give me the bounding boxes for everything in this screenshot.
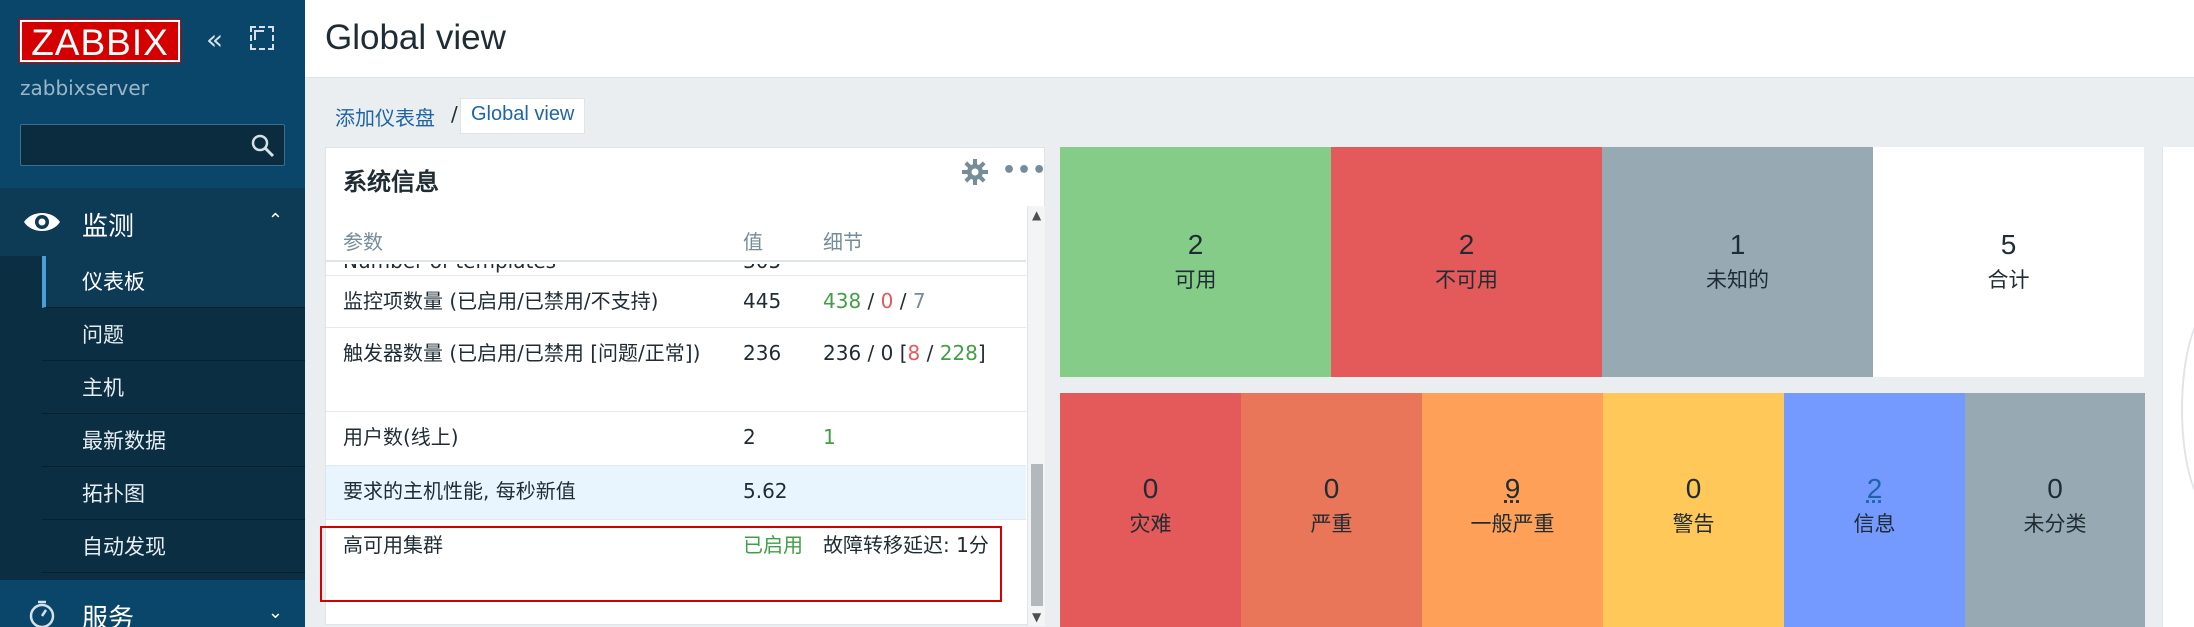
- availability-total[interactable]: 5 合计: [1873, 147, 2144, 377]
- column-header-details: 细节: [823, 230, 863, 254]
- row-param: 要求的主机性能, 每秒新值: [343, 479, 576, 503]
- availability-count: 2: [1187, 229, 1204, 260]
- severity-label: 信息: [1853, 512, 1896, 536]
- more-options-icon[interactable]: •••: [1002, 158, 1047, 183]
- breadcrumb-current[interactable]: Global view: [460, 98, 586, 134]
- row-value: 236: [743, 341, 782, 365]
- kiosk-mode-icon[interactable]: [250, 26, 274, 50]
- severity-count: 0: [1685, 473, 1702, 504]
- availability-label: 可用: [1174, 268, 1217, 292]
- row-value: 5.62: [743, 479, 788, 503]
- stopwatch-icon: [29, 600, 55, 627]
- sidebar-search: [20, 124, 285, 166]
- items-disabled: 0: [880, 289, 894, 313]
- severity-average[interactable]: 9 一般严重: [1422, 393, 1603, 627]
- row-param: Number of templates: [343, 264, 703, 276]
- host-availability-widget: 2 可用 2 不可用 1 未知的 5 合计: [1060, 147, 2145, 377]
- row-param: 用户数(线上): [343, 425, 459, 449]
- row-details: 236 / 0 [8 / 228]: [823, 341, 986, 365]
- menu-services[interactable]: 服务 ⌄: [0, 580, 305, 627]
- severity-label: 严重: [1310, 512, 1353, 536]
- sidebar-item-discovery[interactable]: 自动发现: [42, 521, 305, 573]
- availability-label: 合计: [1987, 268, 2030, 292]
- sidebar-item-hosts[interactable]: 主机: [42, 362, 305, 414]
- chevron-down-icon: ⌄: [267, 602, 283, 623]
- availability-available[interactable]: 2 可用: [1060, 147, 1331, 377]
- menu-monitoring[interactable]: 监测 ⌃: [0, 188, 305, 256]
- table-row: 触发器数量 (已启用/已禁用 [问题/正常]) 236 236 / 0 [8 /…: [326, 328, 1026, 412]
- table-row: 用户数(线上) 2 1: [326, 412, 1026, 466]
- menu-monitoring-label: 监测: [82, 212, 135, 242]
- availability-label: 不可用: [1435, 268, 1498, 292]
- page-header: Global view: [305, 0, 2194, 78]
- triggers-disabled: 0: [880, 341, 894, 365]
- server-name: zabbixserver: [20, 76, 149, 100]
- monitoring-submenu: 仪表板 问题 主机 最新数据 拓扑图 自动发现: [0, 256, 305, 580]
- severity-count-link[interactable]: 9: [1422, 473, 1603, 505]
- triggers-enabled: 236: [823, 341, 862, 365]
- column-header-parameter: 参数: [343, 230, 383, 254]
- table-row: 监控项数量 (已启用/已禁用/不支持) 445 438 / 0 / 7: [326, 276, 1026, 328]
- severity-information[interactable]: 2 信息: [1784, 393, 1965, 627]
- search-icon[interactable]: [250, 133, 276, 159]
- breadcrumb-parent-link[interactable]: 添加仪表盘: [335, 102, 435, 131]
- row-param: 触发器数量 (已启用/已禁用 [问题/正常]): [343, 341, 701, 365]
- gear-icon[interactable]: [961, 158, 989, 186]
- row-value: 305: [743, 264, 803, 276]
- collapse-sidebar-icon[interactable]: «: [206, 24, 223, 56]
- sidebar-item-maps[interactable]: 拓扑图: [42, 468, 305, 520]
- items-unsupported: 7: [912, 289, 926, 313]
- sidebar-item-problems[interactable]: 问题: [42, 309, 305, 361]
- availability-unavailable[interactable]: 2 不可用: [1331, 147, 1602, 377]
- severity-disaster[interactable]: 0 灾难: [1060, 393, 1241, 627]
- row-value: 445: [743, 289, 782, 313]
- scrollbar[interactable]: ▲ ▼: [1027, 206, 1045, 626]
- row-details: 1: [823, 425, 836, 449]
- availability-label: 未知的: [1706, 268, 1769, 292]
- problems-by-severity-widget: 0 灾难 0 严重 9 一般严重 0 警告 2 信息 0 未分类: [1060, 393, 2145, 627]
- severity-label: 一般严重: [1470, 512, 1555, 536]
- menu-services-label: 服务: [82, 604, 135, 627]
- scroll-down-icon[interactable]: ▼: [1032, 610, 1041, 624]
- eye-icon: [24, 213, 60, 231]
- triggers-ok: 228: [939, 341, 978, 365]
- scroll-thumb[interactable]: [1031, 464, 1043, 606]
- availability-unknown[interactable]: 1 未知的: [1602, 147, 1873, 377]
- table-row: 要求的主机性能, 每秒新值 5.62: [326, 466, 1026, 520]
- breadcrumb-separator: /: [451, 102, 458, 126]
- severity-count-link[interactable]: 2: [1784, 473, 1965, 505]
- availability-count: 1: [1729, 229, 1746, 260]
- page-title: Global view: [325, 18, 506, 57]
- scroll-up-icon[interactable]: ▲: [1032, 208, 1041, 222]
- row-param: 监控项数量 (已启用/已禁用/不支持): [343, 289, 659, 313]
- table-row: Number of templates 305: [326, 264, 1026, 276]
- severity-count: 0: [1323, 473, 1340, 504]
- severity-count: 0: [1142, 473, 1159, 504]
- items-enabled: 438: [823, 289, 862, 313]
- sidebar: ZABBIX « zabbixserver 监测 ⌃ 仪表板 问题 主机 最新数…: [0, 0, 305, 627]
- widget-title: 系统信息: [343, 168, 439, 196]
- chevron-up-icon: ⌃: [267, 210, 283, 231]
- highlight-box: [320, 526, 1002, 602]
- severity-high[interactable]: 0 严重: [1241, 393, 1422, 627]
- severity-not-classified[interactable]: 0 未分类: [1965, 393, 2145, 627]
- severity-label: 未分类: [2023, 512, 2087, 536]
- triggers-problem: 8: [907, 341, 921, 365]
- row-details: 438 / 0 / 7: [823, 289, 926, 313]
- row-value: 2: [743, 425, 756, 449]
- sidebar-item-latest-data[interactable]: 最新数据: [42, 415, 305, 467]
- partial-widget: [2162, 147, 2194, 627]
- availability-count: 5: [2000, 229, 2017, 260]
- sidebar-item-dashboard[interactable]: 仪表板: [42, 256, 305, 308]
- search-input[interactable]: [21, 125, 241, 165]
- column-header-value: 值: [743, 230, 763, 254]
- severity-label: 灾难: [1129, 512, 1172, 536]
- severity-label: 警告: [1672, 512, 1715, 536]
- severity-warning[interactable]: 0 警告: [1603, 393, 1784, 627]
- severity-count: 0: [2047, 473, 2063, 504]
- table-header: 参数 值 细节: [326, 216, 1026, 262]
- zabbix-logo[interactable]: ZABBIX: [19, 19, 181, 63]
- availability-count: 2: [1458, 229, 1475, 260]
